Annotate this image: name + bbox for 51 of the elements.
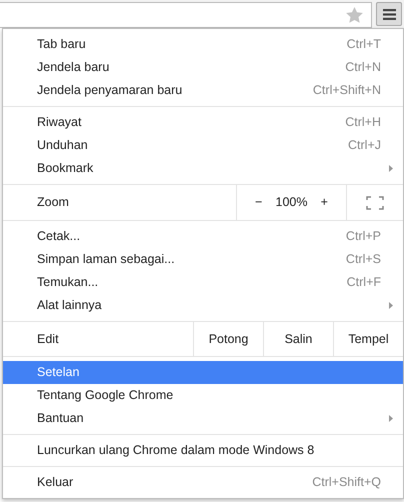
shortcut-label: Ctrl+J bbox=[348, 137, 382, 154]
zoom-out-button[interactable]: − bbox=[251, 193, 266, 212]
menu-item-label: Simpan laman sebagai... bbox=[37, 251, 176, 268]
shortcut-label: Ctrl+P bbox=[346, 228, 382, 246]
menu-item[interactable]: Simpan laman sebagai... Ctrl+S bbox=[3, 248, 403, 271]
menu-item[interactable]: Bookmark bbox=[3, 157, 403, 180]
menu-item-label: Cetak... bbox=[37, 228, 82, 246]
menu-item[interactable]: Bantuan bbox=[3, 407, 403, 430]
menu-item[interactable]: Alat lainnya bbox=[3, 294, 403, 317]
menu-item[interactable]: Setelan bbox=[3, 361, 403, 384]
menu-item-label: Temukan... bbox=[37, 274, 100, 292]
menu-item-label: Edit bbox=[37, 330, 59, 348]
menu-item[interactable]: Keluar Ctrl+Shift+Q bbox=[3, 471, 403, 494]
menu-item[interactable]: Temukan... Ctrl+F bbox=[3, 271, 403, 294]
menu-item-label: Bantuan bbox=[37, 410, 85, 428]
edit-button[interactable]: Potong bbox=[193, 322, 263, 356]
star-icon[interactable] bbox=[346, 6, 363, 22]
edit-button[interactable]: Salin bbox=[263, 322, 333, 356]
menu-item[interactable]: Jendela baru Ctrl+N bbox=[3, 56, 403, 79]
menu-item[interactable]: Luncurkan ulang Chrome dalam mode Windows 8 bbox=[3, 439, 403, 462]
menu-icon bbox=[382, 8, 396, 20]
menu-item-label: Alat lainnya bbox=[37, 297, 103, 314]
edit-button[interactable]: Tempel bbox=[333, 322, 403, 356]
menu-item-label: Tab baru bbox=[37, 36, 87, 54]
menu-item-label: Jendela baru bbox=[37, 59, 110, 76]
menu-item-label: Luncurkan ulang Chrome dalam mode Windows 8 bbox=[37, 442, 316, 460]
menu-item-label: Setelan bbox=[37, 364, 80, 382]
menu-item-label: Riwayat bbox=[37, 114, 82, 132]
shortcut-label: Ctrl+T bbox=[346, 36, 382, 54]
menu-item-label: Zoom bbox=[37, 194, 69, 212]
menu-item[interactable]: Tab baru Ctrl+T bbox=[3, 33, 403, 56]
shortcut-label: Ctrl+Shift+Q bbox=[312, 474, 382, 492]
menu-item-label: Tentang Google Chrome bbox=[37, 387, 174, 404]
zoom-in-button[interactable]: + bbox=[316, 193, 332, 212]
shortcut-label: Ctrl+F bbox=[346, 274, 382, 292]
menu-item[interactable]: Tentang Google Chrome bbox=[3, 384, 403, 407]
shortcut-label: Ctrl+S bbox=[346, 251, 382, 268]
shortcut-label: Ctrl+Shift+N bbox=[312, 82, 382, 100]
menu-item-label: Keluar bbox=[37, 474, 74, 492]
menu-button[interactable] bbox=[376, 2, 402, 26]
menu-item-label: Jendela penyamaran baru bbox=[37, 82, 184, 100]
menu-item-label: Unduhan bbox=[37, 137, 89, 154]
menu-item-label: Bookmark bbox=[37, 160, 94, 178]
zoom-level: 100% bbox=[276, 194, 308, 212]
menu-item[interactable]: Jendela penyamaran baru Ctrl+Shift+N bbox=[3, 79, 403, 102]
menu-item[interactable]: Cetak... Ctrl+P bbox=[3, 225, 403, 248]
menu-item[interactable]: Unduhan Ctrl+J bbox=[3, 134, 403, 157]
fullscreen-button[interactable] bbox=[366, 196, 384, 210]
shortcut-label: Ctrl+H bbox=[345, 114, 382, 132]
menu-item[interactable]: Riwayat Ctrl+H bbox=[3, 111, 403, 134]
shortcut-label: Ctrl+N bbox=[345, 59, 382, 76]
